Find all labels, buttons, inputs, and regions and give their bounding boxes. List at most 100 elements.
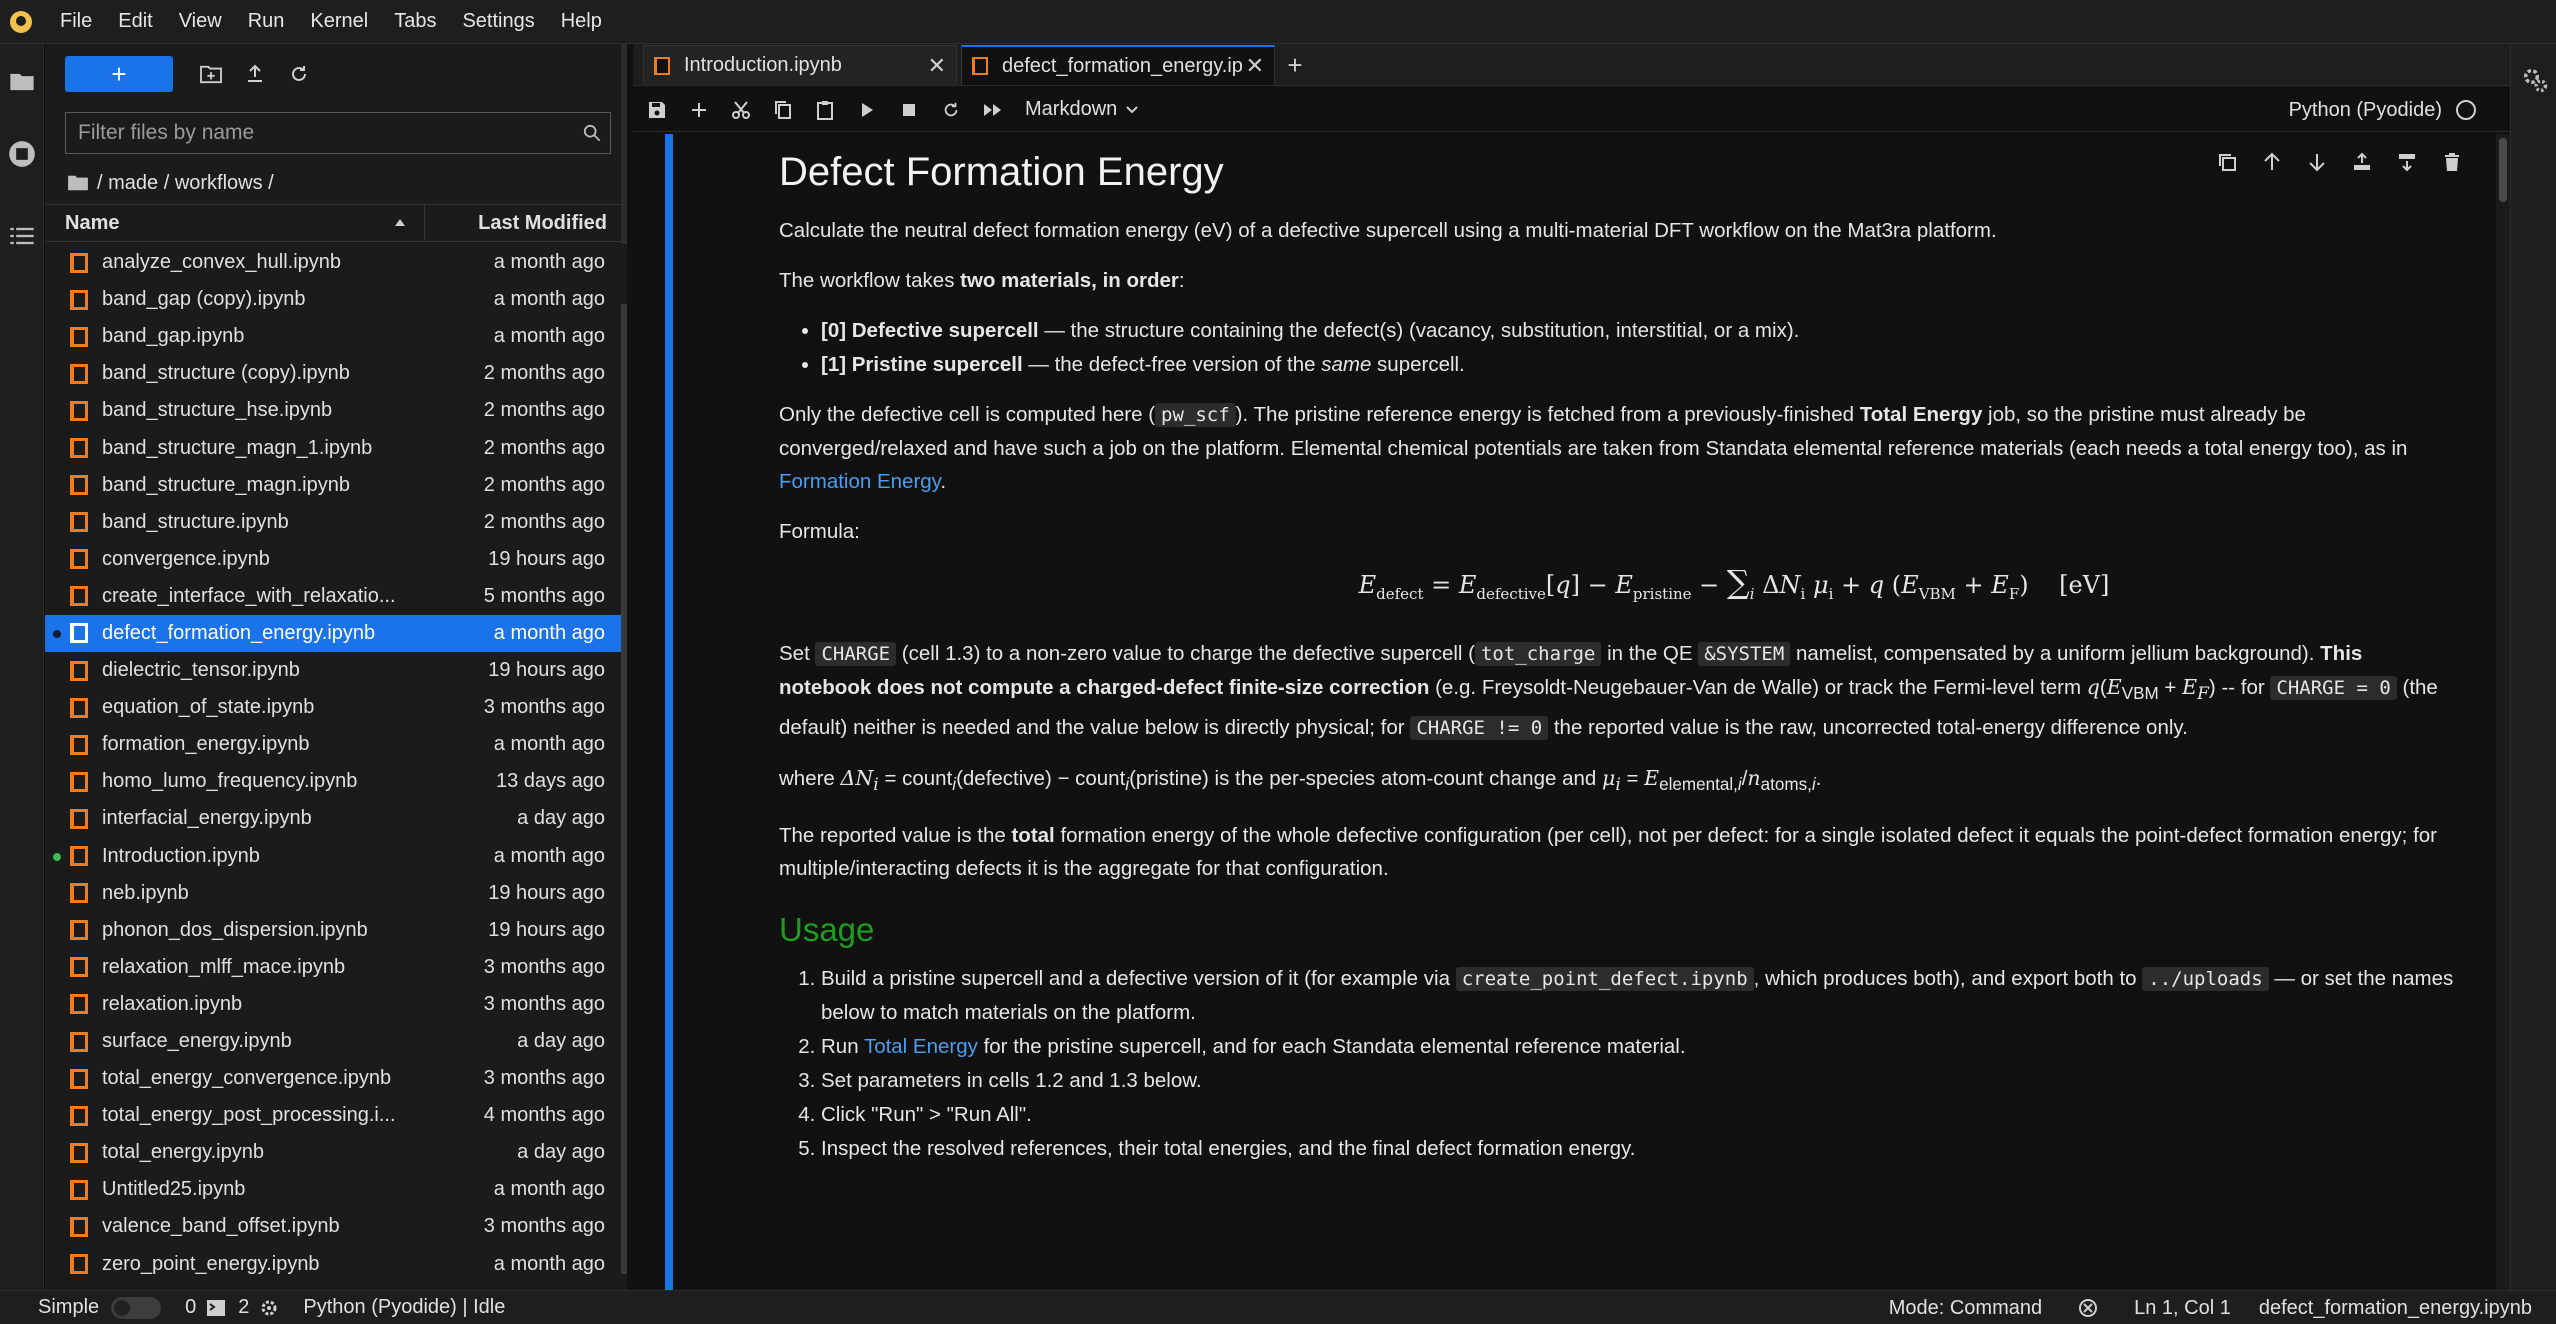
- file-row[interactable]: neb.ipynb 19 hours ago: [45, 875, 621, 912]
- file-row[interactable]: dielectric_tensor.ipynb 19 hours ago: [45, 652, 621, 689]
- scrollbar-thumb[interactable]: [621, 304, 627, 1274]
- scrollbar-thumb[interactable]: [2499, 138, 2507, 202]
- column-header-last-modified[interactable]: Last Modified: [425, 212, 621, 235]
- file-row[interactable]: band_structure_magn.ipynb 2 months ago: [45, 467, 621, 504]
- menu-run[interactable]: Run: [248, 10, 285, 33]
- file-row[interactable]: band_structure.ipynb 2 months ago: [45, 504, 621, 541]
- save-button[interactable]: [639, 92, 675, 128]
- menu-help[interactable]: Help: [561, 10, 602, 33]
- file-row[interactable]: zero_point_energy.ipynb a month ago: [45, 1246, 621, 1283]
- paste-cell-button[interactable]: [807, 92, 843, 128]
- file-row[interactable]: equation_of_state.ipynb 3 months ago: [45, 689, 621, 726]
- notebook-icon: [70, 326, 88, 347]
- file-modified: 2 months ago: [483, 436, 605, 459]
- file-row[interactable]: convergence.ipynb 19 hours ago: [45, 541, 621, 578]
- menu-kernel[interactable]: Kernel: [310, 10, 368, 33]
- bug-icon[interactable]: [2078, 1298, 2098, 1318]
- column-header-name[interactable]: Name: [45, 205, 425, 241]
- notebook-icon: [70, 1142, 88, 1163]
- file-name: total_energy_post_processing.i...: [102, 1104, 396, 1127]
- definitions-paragraph: where ΔNi = counti(defective) − counti(p…: [779, 765, 1822, 795]
- file-row[interactable]: band_gap.ipynb a month ago: [45, 318, 621, 355]
- interrupt-kernel-button[interactable]: [891, 92, 927, 128]
- materials-paragraph: The workflow takes two materials, in ord…: [779, 269, 1185, 292]
- notebook-mode[interactable]: Mode: Command: [1889, 1297, 2042, 1320]
- upload-button[interactable]: [233, 56, 277, 92]
- new-folder-button[interactable]: [189, 56, 233, 92]
- markdown-cell[interactable]: Defect Formation Energy Calculate the ne…: [779, 134, 2459, 1182]
- file-row[interactable]: create_interface_with_relaxatio... 5 mont…: [45, 578, 621, 615]
- file-row[interactable]: total_energy_convergence.ipynb 3 months a…: [45, 1060, 621, 1097]
- menu-tabs[interactable]: Tabs: [394, 10, 436, 33]
- file-row[interactable]: interfacial_energy.ipynb a day ago: [45, 800, 621, 837]
- tab-introduction[interactable]: Introduction.ipynb ✕: [643, 45, 957, 85]
- file-row[interactable]: homo_lumo_frequency.ipynb 13 days ago: [45, 763, 621, 800]
- file-row[interactable]: band_structure (copy).ipynb 2 months ago: [45, 355, 621, 392]
- copy-cell-button[interactable]: [765, 92, 801, 128]
- restart-kernel-button[interactable]: [933, 92, 969, 128]
- file-row[interactable]: valence_band_offset.ipynb 3 months ago: [45, 1208, 621, 1245]
- close-icon[interactable]: ✕: [1246, 53, 1264, 79]
- breadcrumb: / made / workflows /: [67, 168, 274, 198]
- simple-mode-toggle[interactable]: [111, 1296, 162, 1319]
- file-row[interactable]: band_structure_hse.ipynb 2 months ago: [45, 392, 621, 429]
- kernel-status-text[interactable]: Python (Pyodide) | Idle: [303, 1296, 505, 1319]
- total-energy-link[interactable]: Total Energy: [864, 1035, 978, 1058]
- notebook-icon: [70, 660, 88, 681]
- filter-files-input[interactable]: [66, 121, 574, 145]
- cursor-position[interactable]: Ln 1, Col 1: [2134, 1297, 2231, 1320]
- file-row[interactable]: relaxation.ipynb 3 months ago: [45, 986, 621, 1023]
- menu-view[interactable]: View: [179, 10, 222, 33]
- file-row[interactable]: relaxation_mlff_mace.ipynb 3 months ago: [45, 949, 621, 986]
- notebook-icon: [70, 1216, 88, 1237]
- tab-defect-formation-energy[interactable]: defect_formation_energy.ip ✕: [961, 45, 1275, 85]
- new-launcher-button[interactable]: +: [65, 56, 173, 92]
- notebook-title: Defect Formation Energy: [779, 150, 1224, 194]
- run-cell-button[interactable]: [849, 92, 885, 128]
- property-inspector-gears-icon[interactable]: [2521, 66, 2549, 94]
- notebook-scrollbar[interactable]: [2496, 134, 2510, 1290]
- file-row[interactable]: Untitled25.ipynb a month ago: [45, 1171, 621, 1208]
- menu-file[interactable]: File: [60, 10, 92, 33]
- file-row[interactable]: band_structure_magn_1.ipynb 2 months ago: [45, 429, 621, 466]
- kernel-name-button[interactable]: Python (Pyodide): [2289, 88, 2476, 132]
- terminals-indicator[interactable]: 0: [185, 1296, 226, 1319]
- folder-icon[interactable]: [67, 174, 89, 192]
- menu-settings[interactable]: Settings: [462, 10, 534, 33]
- file-row[interactable]: surface_energy.ipynb a day ago: [45, 1023, 621, 1060]
- new-tab-button[interactable]: +: [1277, 45, 1313, 85]
- file-list-scrollbar[interactable]: [621, 244, 627, 1290]
- restart-run-all-button[interactable]: [975, 92, 1011, 128]
- intro-paragraph: Calculate the neutral defect formation e…: [779, 219, 1997, 242]
- file-row[interactable]: phonon_dos_dispersion.ipynb 19 hours ago: [45, 912, 621, 949]
- breadcrumb-path[interactable]: / made / workflows /: [97, 172, 274, 195]
- formation-energy-link[interactable]: Formation Energy: [779, 470, 940, 493]
- search-icon: [574, 115, 610, 151]
- active-cell-collapser[interactable]: [665, 134, 673, 1290]
- notebook-icon: [70, 586, 88, 607]
- kernels-indicator[interactable]: 2: [238, 1296, 279, 1319]
- table-of-contents-icon[interactable]: [8, 222, 36, 250]
- file-row[interactable]: formation_energy.ipynb a month ago: [45, 726, 621, 763]
- menu-edit[interactable]: Edit: [118, 10, 152, 33]
- file-row[interactable]: Introduction.ipynb a month ago: [45, 838, 621, 875]
- file-row[interactable]: total_energy_post_processing.i... 4 month…: [45, 1097, 621, 1134]
- cut-cell-button[interactable]: [723, 92, 759, 128]
- refresh-button[interactable]: [277, 56, 321, 92]
- file-row[interactable]: band_gap (copy).ipynb a month ago: [45, 281, 621, 318]
- chevron-down-icon: [1126, 105, 1138, 113]
- simple-mode-label: Simple: [38, 1296, 100, 1318]
- file-modified: a month ago: [493, 251, 605, 274]
- scissors-icon: [732, 100, 750, 119]
- close-icon[interactable]: ✕: [928, 53, 946, 79]
- cell-type-dropdown[interactable]: Markdown: [1025, 98, 1139, 121]
- folder-icon[interactable]: [8, 68, 36, 96]
- insert-cell-button[interactable]: [681, 92, 717, 128]
- file-row[interactable]: analyze_convex_hull.ipynb a month ago: [45, 244, 621, 281]
- file-name: total_energy.ipynb: [102, 1141, 264, 1164]
- file-row[interactable]: defect_formation_energy.ipynb a month ago: [45, 614, 621, 653]
- notebook-icon: [70, 438, 88, 459]
- file-name: band_structure (copy).ipynb: [102, 362, 350, 385]
- file-row[interactable]: total_energy.ipynb a day ago: [45, 1134, 621, 1171]
- running-kernels-icon[interactable]: [8, 140, 36, 168]
